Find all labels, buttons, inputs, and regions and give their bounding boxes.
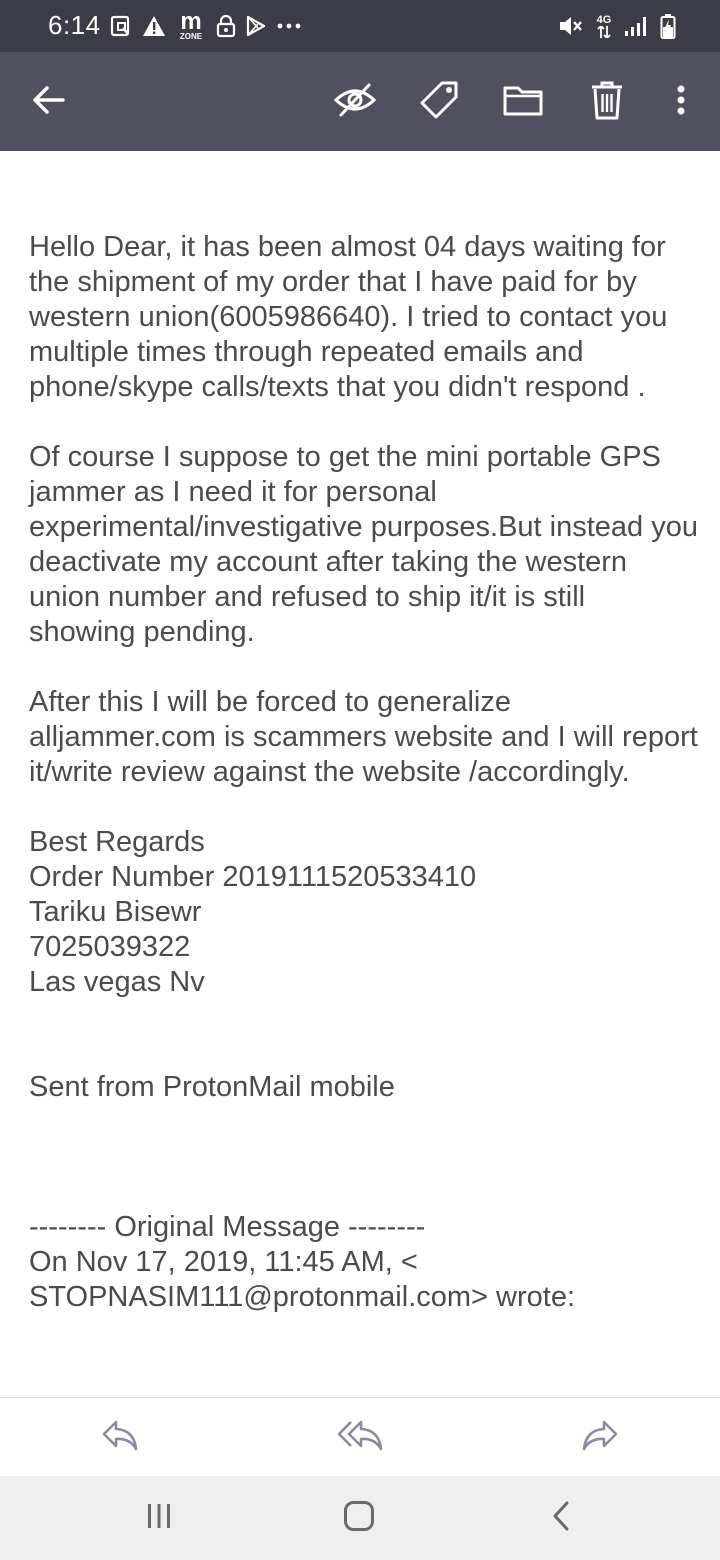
4g-lte-icon: 4G bbox=[594, 13, 614, 38]
system-icons: 4G bbox=[558, 11, 676, 41]
email-body: Hello Dear, it has been almost 04 days w… bbox=[29, 230, 699, 1315]
battery-icon bbox=[660, 13, 676, 39]
move-to-folder-button[interactable] bbox=[495, 74, 551, 130]
system-nav-bar bbox=[0, 1476, 720, 1560]
signal-icon bbox=[624, 15, 650, 37]
body-paragraph-1: Hello Dear, it has been almost 04 days w… bbox=[29, 231, 668, 403]
mzone-icon: m ZONE bbox=[176, 7, 206, 41]
signature-block: Best Regards Order Number 20191115205334… bbox=[29, 825, 699, 1000]
message-actions-bar bbox=[0, 1397, 720, 1477]
forward-icon bbox=[580, 1418, 620, 1457]
system-back-button[interactable] bbox=[541, 1498, 581, 1538]
signature-line: 7025039322 bbox=[29, 931, 191, 963]
status-time: 6:14 bbox=[48, 10, 101, 40]
reply-button[interactable] bbox=[97, 1416, 143, 1458]
notification-icons: m ZONE bbox=[110, 7, 302, 41]
mzone-letter: m bbox=[180, 7, 202, 35]
screenshot-icon bbox=[110, 14, 132, 38]
delete-button[interactable] bbox=[579, 74, 635, 130]
signature-line: Order Number 2019111520533410 bbox=[29, 861, 477, 893]
mark-unread-button[interactable] bbox=[327, 74, 383, 130]
recent-apps-icon bbox=[145, 1503, 173, 1534]
label-button[interactable] bbox=[411, 74, 467, 130]
status-bar: 6:14 m ZONE 4G bbox=[0, 0, 720, 52]
original-message-sender: STOPNASIM111@protonmail.com> wrote: bbox=[29, 1281, 576, 1313]
signature-line: Las vegas Nv bbox=[29, 966, 205, 998]
network-label: 4G bbox=[596, 13, 612, 26]
home-icon bbox=[343, 1500, 375, 1537]
play-store-icon bbox=[246, 15, 266, 37]
body-paragraph-3: After this I will be forced to generaliz… bbox=[29, 686, 698, 788]
back-button[interactable] bbox=[21, 74, 77, 130]
forward-button[interactable] bbox=[577, 1416, 623, 1458]
mute-icon bbox=[558, 14, 584, 38]
trash-icon bbox=[590, 80, 624, 125]
warning-icon bbox=[142, 15, 166, 37]
more-dots-icon bbox=[276, 21, 302, 31]
mzone-sub: ZONE bbox=[179, 31, 203, 41]
home-button[interactable] bbox=[339, 1498, 379, 1538]
lock-icon bbox=[216, 14, 236, 38]
signature-line: Best Regards bbox=[29, 826, 205, 858]
body-paragraph-2: Of course I suppose to get the mini port… bbox=[29, 441, 698, 648]
mark-unread-icon bbox=[333, 82, 377, 123]
back-icon bbox=[551, 1501, 571, 1536]
reply-all-icon bbox=[337, 1418, 383, 1457]
reply-icon bbox=[100, 1418, 140, 1457]
more-vert-icon bbox=[676, 84, 686, 121]
original-message-header: -------- Original Message -------- bbox=[29, 1211, 426, 1243]
message-toolbar bbox=[0, 52, 720, 151]
original-message-date: On Nov 17, 2019, 11:45 AM, < bbox=[29, 1246, 418, 1278]
back-arrow-icon bbox=[32, 85, 66, 120]
sent-from-text: Sent from ProtonMail mobile bbox=[29, 1071, 395, 1103]
label-tag-icon bbox=[418, 80, 460, 125]
move-folder-icon bbox=[503, 84, 543, 121]
signature-line: Tariku Bisewr bbox=[29, 896, 202, 928]
recent-apps-button[interactable] bbox=[139, 1498, 179, 1538]
more-options-button[interactable] bbox=[653, 74, 709, 130]
reply-all-button[interactable] bbox=[337, 1416, 383, 1458]
